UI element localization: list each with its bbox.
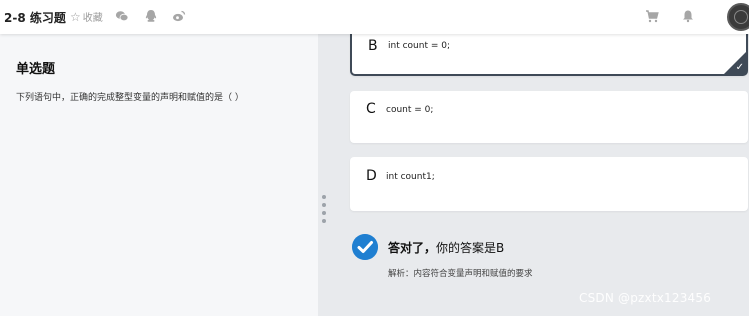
- top-bar: 2-8 练习题 ☆ 收藏: [0, 0, 749, 34]
- course-title: 2-8 练习题: [4, 11, 66, 25]
- check-icon: ✓: [735, 62, 744, 73]
- question-panel: 单选题 下列语句中，正确的完成整型变量的声明和赋值的是（ ）: [0, 34, 318, 316]
- option-text: count = 0;: [386, 105, 434, 115]
- question-text: 下列语句中，正确的完成整型变量的声明和赋值的是（ ）: [16, 93, 244, 103]
- option-letter: D: [366, 168, 377, 184]
- avatar-emblem-icon: [734, 10, 748, 24]
- avatar[interactable]: [727, 3, 749, 31]
- option-c[interactable]: C count = 0;: [350, 91, 748, 143]
- star-icon: ☆: [70, 9, 81, 24]
- result-status: 答对了，: [388, 241, 437, 255]
- option-b[interactable]: B int count = 0; ✓: [350, 28, 748, 76]
- option-text: int count1;: [386, 172, 435, 182]
- option-letter: C: [366, 101, 376, 117]
- result-answer: 你的答案是B: [436, 241, 505, 255]
- weibo-icon[interactable]: [172, 9, 186, 23]
- qq-icon[interactable]: [144, 9, 158, 23]
- wechat-icon[interactable]: [115, 9, 129, 23]
- cart-icon[interactable]: [645, 9, 659, 23]
- favorite-label: 收藏: [82, 13, 103, 24]
- correct-check-icon: [352, 234, 378, 260]
- bell-icon[interactable]: [681, 9, 695, 23]
- explanation: 解析：内容符合变量声明和赋值的要求: [388, 269, 533, 279]
- question-type: 单选题: [16, 62, 56, 77]
- watermark: CSDN @pzxtx123456: [579, 291, 712, 305]
- panel-resize-handle[interactable]: [322, 195, 326, 227]
- favorite-button[interactable]: ☆ 收藏: [70, 9, 103, 25]
- result-title: 答对了，你的答案是B: [388, 239, 504, 256]
- option-d[interactable]: D int count1;: [350, 157, 748, 211]
- option-text: int count = 0;: [388, 41, 451, 51]
- option-letter: B: [368, 38, 378, 54]
